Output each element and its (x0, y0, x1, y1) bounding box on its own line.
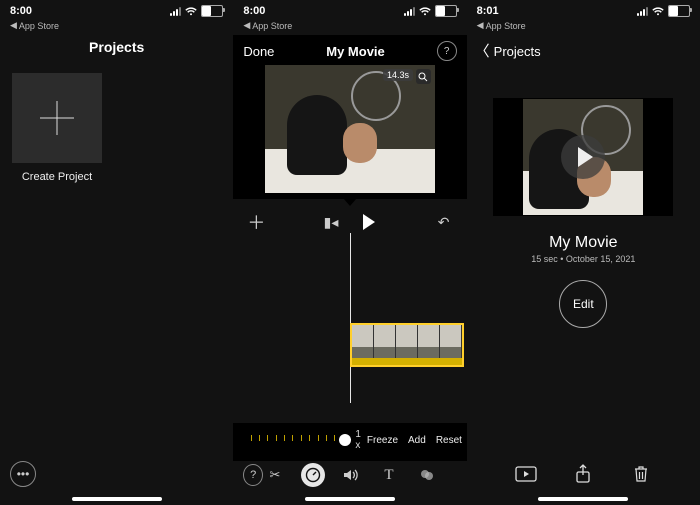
tool-filters[interactable] (415, 463, 439, 487)
back-to-app[interactable]: ◀ App Store (233, 20, 466, 35)
video-preview[interactable]: 14.3s (265, 65, 435, 193)
home-indicator[interactable] (72, 497, 162, 501)
magnifier-icon (418, 72, 428, 82)
question-icon: ? (250, 469, 256, 481)
home-indicator[interactable] (538, 497, 628, 501)
play-overlay[interactable] (561, 135, 605, 179)
save-video-button[interactable] (514, 465, 538, 483)
status-time: 8:00 (243, 5, 265, 17)
status-time: 8:00 (10, 5, 32, 17)
movie-title: My Movie (467, 234, 700, 252)
more-button[interactable]: ••• (10, 461, 36, 487)
edit-label: Edit (573, 297, 594, 311)
speaker-icon (343, 468, 359, 482)
tool-cut[interactable]: ✂ (263, 463, 287, 487)
question-icon: ? (444, 46, 450, 57)
add-button[interactable]: Add (408, 435, 426, 446)
status-bar: 8:00 (233, 0, 466, 20)
play-button[interactable] (360, 213, 378, 231)
skip-start-icon: ▮◂ (324, 214, 339, 231)
slider-knob[interactable] (339, 434, 351, 446)
chevron-left-icon: 〈 (475, 40, 490, 61)
speed-ruler (243, 435, 335, 445)
battery-icon (435, 5, 457, 17)
help-button[interactable]: ? (437, 41, 457, 61)
status-bar: 8:00 (0, 0, 233, 20)
page-title: Projects (0, 39, 233, 55)
tool-speed[interactable] (301, 463, 325, 487)
plus-icon (40, 101, 74, 135)
battery-icon (668, 5, 690, 17)
back-to-app[interactable]: ◀ App Store (467, 20, 700, 35)
preview-area: Done My Movie ? 14.3s (233, 35, 466, 199)
status-icons (637, 5, 690, 17)
speed-label: 1 x (355, 429, 361, 451)
status-icons (170, 5, 223, 17)
tool-titles[interactable]: T (377, 463, 401, 487)
zoom-button[interactable] (416, 69, 431, 84)
back-label: Projects (494, 44, 541, 59)
speed-panel: 1 x Freeze Add Reset (233, 423, 466, 461)
scissors-icon: ✂ (270, 467, 281, 483)
battery-icon (201, 5, 223, 17)
cellular-icon (637, 7, 648, 16)
status-icons (404, 5, 457, 17)
help-button[interactable]: ? (243, 464, 263, 486)
play-icon (578, 147, 593, 167)
speedometer-icon (305, 467, 321, 483)
back-to-app[interactable]: ◀ App Store (0, 20, 233, 35)
project-thumbnail[interactable] (493, 98, 673, 216)
create-project-button[interactable] (12, 73, 102, 163)
reset-button[interactable]: Reset (436, 435, 462, 446)
screen-project-detail: 8:01 ◀ App Store 〈 Projects My Movie 15 … (467, 0, 700, 505)
cellular-icon (404, 7, 415, 16)
cellular-icon (170, 7, 181, 16)
screen-projects: 8:00 ◀ App Store Projects Create Project… (0, 0, 233, 505)
audio-waveform (352, 358, 462, 365)
undo-button[interactable]: ↶ (435, 213, 453, 231)
ellipsis-icon: ••• (17, 467, 30, 481)
skip-start-button[interactable]: ▮◂ (322, 213, 340, 231)
wifi-icon (185, 7, 197, 16)
home-indicator[interactable] (305, 497, 395, 501)
timeline[interactable] (233, 233, 466, 403)
delete-button[interactable] (629, 465, 653, 483)
playhead-marker-icon (343, 198, 357, 206)
freeze-button[interactable]: Freeze (367, 435, 398, 446)
create-project-label: Create Project (12, 171, 102, 183)
movie-meta: 15 sec • October 15, 2021 (467, 254, 700, 264)
status-bar: 8:01 (467, 0, 700, 20)
status-time: 8:01 (477, 5, 499, 17)
filters-icon (419, 467, 435, 483)
done-button[interactable]: Done (243, 44, 274, 59)
text-icon: T (384, 467, 393, 484)
tool-volume[interactable] (339, 463, 363, 487)
time-badge: 14.3s (383, 69, 413, 81)
play-rect-icon (515, 466, 537, 482)
undo-icon: ↶ (438, 214, 450, 231)
edit-button[interactable]: Edit (559, 280, 607, 328)
play-icon (363, 214, 375, 230)
trash-icon (633, 465, 649, 483)
project-title: My Movie (326, 44, 385, 59)
plus-icon: ＋ (247, 209, 265, 235)
wifi-icon (652, 7, 664, 16)
video-clip[interactable] (350, 323, 464, 367)
screen-editor: 8:00 ◀ App Store Done My Movie ? 14.3s (233, 0, 466, 505)
playhead[interactable] (350, 233, 351, 403)
wifi-icon (419, 7, 431, 16)
add-media-button[interactable]: ＋ (247, 213, 265, 231)
share-button[interactable] (571, 465, 595, 483)
back-button[interactable]: 〈 Projects (467, 35, 700, 68)
share-icon (575, 464, 591, 484)
